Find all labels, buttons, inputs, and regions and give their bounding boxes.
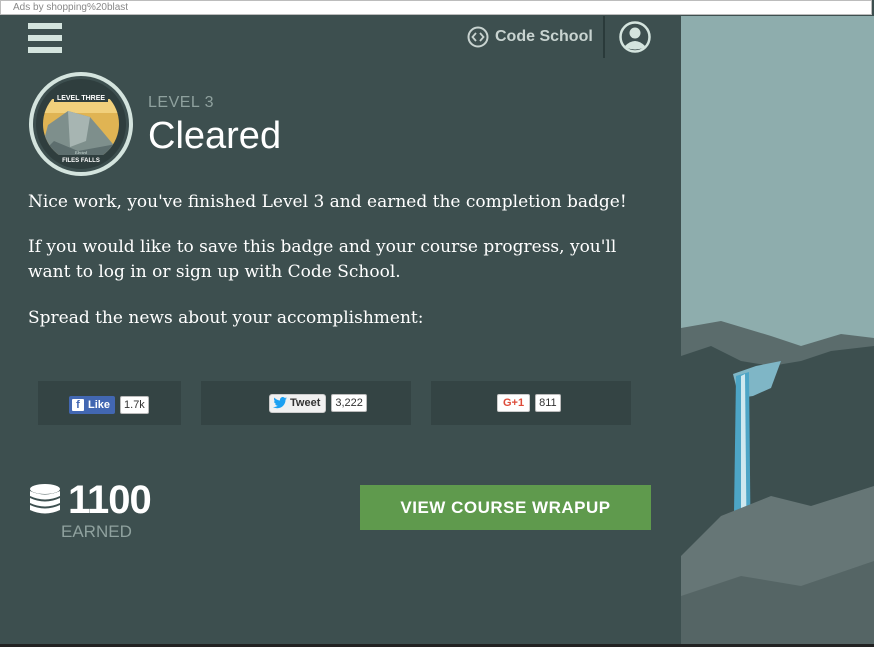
coin-stack-icon [30,484,60,514]
completion-message: Nice work, you've finished Level 3 and e… [28,192,627,212]
facebook-like-button[interactable]: f Like 1.7k [69,396,149,414]
facebook-icon: f [72,399,84,411]
header-divider [603,16,605,58]
user-avatar-icon[interactable] [619,21,651,53]
level-label: LEVEL 3 [148,94,215,111]
ad-bar: Ads by shopping%20blast [0,0,872,15]
level-status-title: Cleared [148,115,282,157]
code-brackets-icon [467,26,489,48]
brand-name: Code School [495,28,593,45]
google-plus-count: 811 [535,394,561,412]
points-value: 1100 [68,477,152,522]
badge-top-text: LEVEL THREE [57,95,105,102]
level-badge: LEVEL THREE Elected FILES FALLS [28,71,134,177]
points-earned-label: EARNED [61,522,132,541]
share-prompt: Spread the news about your accomplishmen… [28,308,424,328]
menu-icon[interactable] [28,23,62,53]
tweet-label: Tweet [290,396,321,409]
points-display: 1100 [28,477,152,522]
view-course-wrapup-button[interactable]: VIEW COURSE WRAPUP [360,485,651,530]
twitter-share-box: Tweet 3,222 [201,381,411,425]
facebook-like-count: 1.7k [120,396,149,414]
facebook-share-box: f Like 1.7k [38,381,181,425]
badge-bottom-text: FILES FALLS [62,158,100,164]
twitter-bird-icon [273,397,287,409]
google-plus-label: G+1 [497,394,531,412]
tweet-count: 3,222 [331,394,367,412]
facebook-like-label: Like [88,399,111,411]
waterfall-scenery [681,16,874,644]
badge-script-text: Elected [74,150,88,155]
google-plus-button[interactable]: G+1 811 [497,394,561,412]
save-progress-message: If you would like to save this badge and… [28,237,617,282]
ad-bar-text: Ads by shopping%20blast [13,2,129,13]
tweet-button[interactable]: Tweet 3,222 [269,393,367,413]
code-school-brand[interactable]: Code School [467,25,593,49]
google-plus-share-box: G+1 811 [431,381,631,425]
